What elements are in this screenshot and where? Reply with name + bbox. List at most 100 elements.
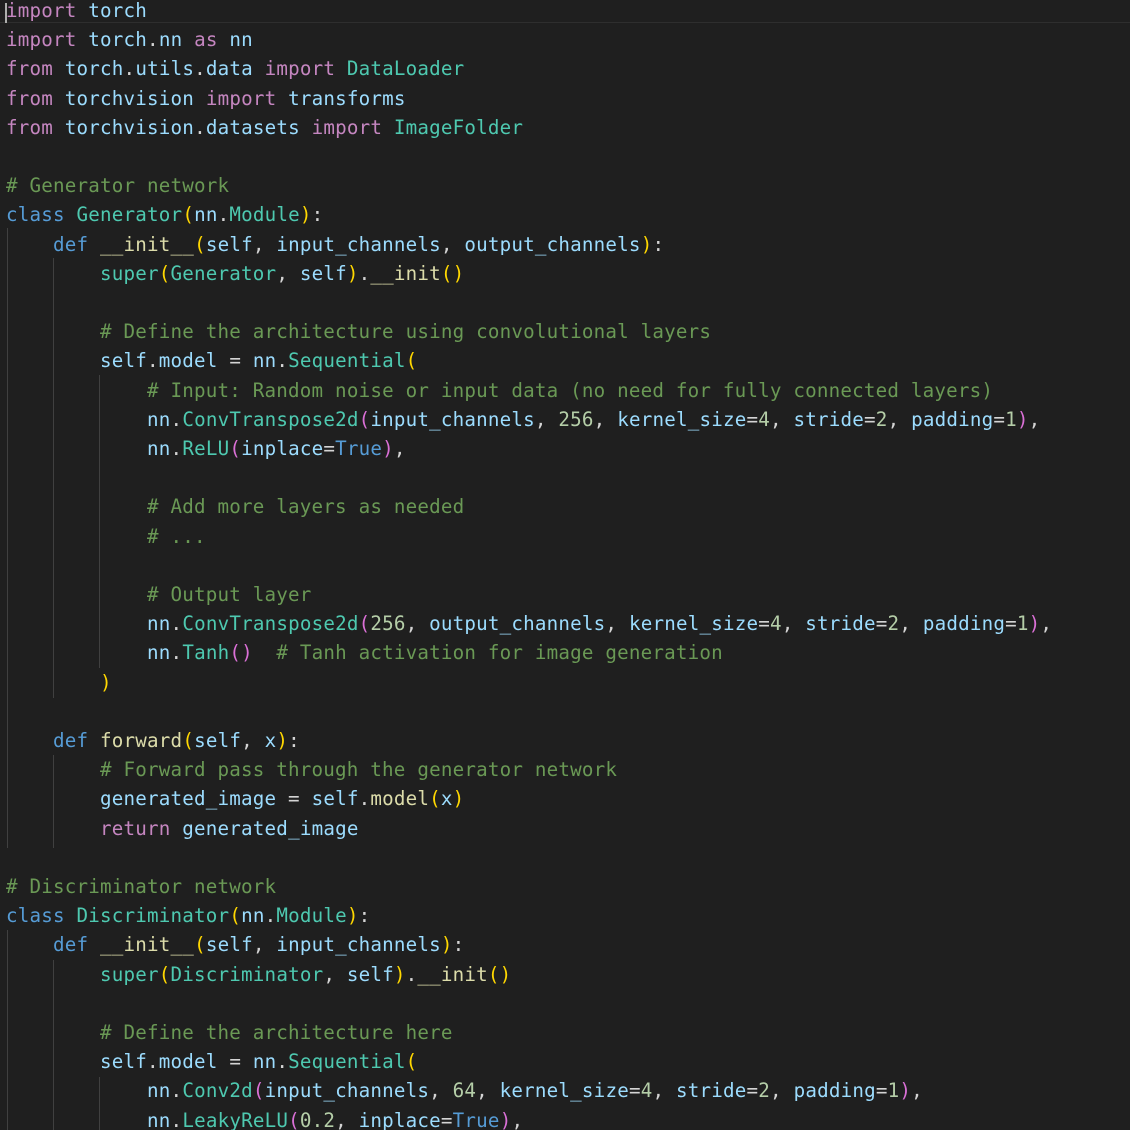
code-line[interactable]: def forward(self, x): — [6, 726, 300, 755]
code-line[interactable]: from torchvision import transforms — [6, 84, 406, 113]
code-line[interactable]: self.model = nn.Sequential( — [6, 1047, 417, 1076]
code-token: ( — [182, 729, 195, 752]
code-token: , — [511, 1108, 524, 1130]
code-token: ( — [229, 904, 242, 928]
code-line[interactable]: nn.ConvTranspose2d(256, output_channels,… — [6, 609, 1052, 638]
code-token: stride — [676, 1079, 747, 1103]
code-line[interactable]: import torch — [6, 0, 147, 25]
code-token: __init__ — [100, 933, 195, 957]
code-token: ( — [194, 933, 206, 957]
code-token: def — [53, 232, 89, 256]
code-token: model — [158, 1050, 218, 1074]
code-token: , — [393, 437, 406, 460]
code-token: nn — [147, 1108, 171, 1130]
code-line[interactable]: nn.ReLU(inplace=True), — [6, 434, 406, 463]
code-token: # Generator network — [6, 174, 230, 198]
code-token: 64 — [452, 1079, 477, 1103]
code-line[interactable]: # Input: Random noise or input data (no … — [6, 376, 993, 405]
code-line[interactable]: def __init__(self, input_channels): — [6, 930, 464, 959]
code-token: , — [405, 612, 430, 636]
code-token: import — [205, 86, 277, 110]
code-token: self — [311, 787, 359, 811]
code-line[interactable]: # Generator network — [6, 171, 229, 200]
code-token: , — [252, 232, 277, 256]
code-token: Discriminator — [170, 962, 324, 986]
code-token: = — [875, 1079, 888, 1103]
code-token: , — [476, 1079, 500, 1103]
code-token: 1 — [887, 1079, 900, 1103]
code-token: . — [194, 57, 206, 81]
code-token: ( — [229, 437, 242, 460]
code-line[interactable]: # Output layer — [6, 580, 312, 609]
code-token: self — [346, 962, 394, 986]
code-token: DataLoader — [346, 57, 465, 81]
code-token: , — [429, 1079, 453, 1103]
code-token: , — [652, 1079, 676, 1103]
code-line[interactable]: generated_image = self.model(x) — [6, 784, 464, 813]
code-token: nn — [147, 407, 171, 431]
code-token: generated_image — [100, 787, 277, 811]
code-line[interactable]: # Forward pass through the generator net… — [6, 755, 617, 784]
code-line[interactable]: # Define the architecture using convolut… — [6, 317, 711, 346]
code-token: from — [6, 86, 54, 110]
code-token: __init — [417, 962, 488, 986]
code-line[interactable]: # Add more layers as needed — [6, 492, 464, 521]
code-line[interactable]: ) — [6, 668, 112, 697]
code-token: Module — [229, 203, 300, 227]
code-line[interactable]: # Discriminator network — [6, 872, 276, 901]
code-token: ( — [288, 1108, 300, 1130]
code-token: ) — [382, 437, 394, 460]
code-token: padding — [911, 407, 994, 431]
code-token: inplace — [241, 437, 324, 460]
code-line[interactable]: super(Discriminator, self).__init() — [6, 960, 511, 989]
code-token: , — [534, 407, 559, 431]
code-token: True — [335, 437, 383, 460]
code-token: Discriminator — [76, 904, 230, 928]
code-token: . — [170, 612, 183, 636]
code-token: , — [605, 612, 629, 636]
code-token: # Tanh activation for image generation — [276, 641, 723, 665]
code-line[interactable]: def __init__(self, input_channels, outpu… — [6, 230, 664, 259]
code-token: , — [770, 1079, 794, 1103]
code-token: nn — [147, 1079, 171, 1103]
code-line[interactable]: self.model = nn.Sequential( — [6, 346, 417, 375]
code-token: = — [217, 349, 253, 373]
code-line[interactable]: super(Generator, self).__init() — [6, 259, 464, 288]
text-cursor — [5, 3, 7, 23]
code-token: . — [358, 261, 371, 285]
code-line[interactable]: import torch.nn as nn — [6, 25, 253, 54]
code-token: __init__ — [100, 232, 195, 256]
code-line[interactable]: nn.LeakyReLU(0.2, inplace=True), — [6, 1106, 523, 1130]
code-token: . — [170, 437, 183, 460]
code-line[interactable]: class Generator(nn.Module): — [6, 200, 323, 229]
code-token: ( — [194, 232, 206, 256]
code-editor[interactable]: import torch import torch.nn as nn from to… — [0, 0, 1130, 1130]
code-token: Generator — [170, 261, 277, 285]
code-line[interactable]: nn.Tanh() # Tanh activation for image ge… — [6, 638, 723, 667]
code-line[interactable]: from torch.utils.data import DataLoader — [6, 54, 464, 83]
code-line[interactable]: # ... — [6, 522, 206, 551]
code-line[interactable]: from torchvision.datasets import ImageFo… — [6, 113, 523, 142]
code-line[interactable]: # Define the architecture here — [6, 1018, 453, 1047]
code-token: import — [6, 28, 77, 52]
code-token: 4 — [758, 407, 770, 431]
code-line[interactable]: nn.ConvTranspose2d(input_channels, 256, … — [6, 405, 1040, 434]
code-token: , — [440, 232, 465, 256]
code-line[interactable]: nn.Conv2d(input_channels, 64, kernel_siz… — [6, 1076, 923, 1105]
code-token: stride — [793, 407, 865, 431]
code-line[interactable]: class Discriminator(nn.Module): — [6, 901, 370, 930]
code-line[interactable]: return generated_image — [6, 814, 359, 843]
code-token: 2 — [875, 407, 888, 431]
code-token: # Add more layers as needed — [147, 495, 465, 519]
